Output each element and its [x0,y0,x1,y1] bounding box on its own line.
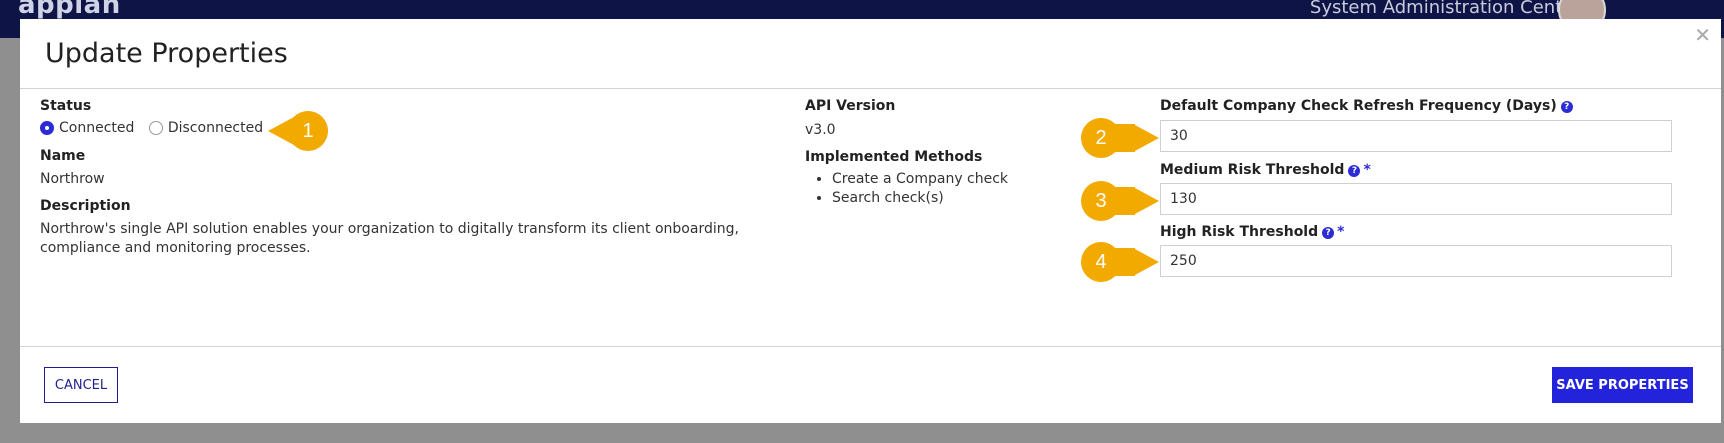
admin-center-label: System Administration Center [1309,0,1581,18]
save-properties-button[interactable]: SAVE PROPERTIES [1552,367,1693,403]
annotation-number: 4 [1095,251,1107,273]
list-item: Create a Company check [832,170,1008,189]
medium-risk-input[interactable] [1160,183,1672,215]
description-value: Northrow's single API solution enables y… [40,221,739,256]
high-risk-label-text: High Risk Threshold [1160,224,1319,240]
description-label: Description [40,198,131,214]
refresh-frequency-label: Default Company Check Refresh Frequency … [1160,98,1573,114]
radio-connected-label: Connected [59,120,135,136]
api-version-value: v3.0 [805,122,836,138]
name-label: Name [40,148,86,164]
annotation-marker: 1 [268,111,346,151]
close-icon[interactable]: ✕ [1694,23,1711,47]
medium-risk-label: Medium Risk Threshold? * [1160,162,1371,178]
refresh-frequency-label-text: Default Company Check Refresh Frequency … [1160,98,1557,114]
annotation-marker: 2 [1081,118,1159,158]
high-risk-label: High Risk Threshold? * [1160,224,1344,240]
annotation-marker: 4 [1081,242,1159,282]
update-properties-dialog: Update Properties ✕ Status Connected Dis… [20,19,1721,423]
help-icon[interactable]: ? [1560,101,1573,113]
radio-connected[interactable]: Connected [40,120,134,136]
list-item: Search check(s) [832,189,1008,208]
high-risk-input[interactable] [1160,245,1672,277]
status-label: Status [40,98,92,114]
help-icon[interactable]: ? [1322,227,1335,239]
help-icon[interactable]: ? [1348,165,1361,177]
implemented-methods-list: Create a Company check Search check(s) [805,170,1008,208]
annotation-number: 3 [1095,190,1107,212]
annotation-marker: 3 [1081,181,1159,221]
required-mark: * [1363,162,1371,178]
refresh-frequency-input[interactable] [1160,120,1672,152]
cancel-button[interactable]: CANCEL [44,367,118,403]
annotation-number: 1 [302,120,314,142]
radio-disconnected-label: Disconnected [167,120,264,136]
dialog-footer: CANCEL SAVE PROPERTIES [20,346,1721,424]
implemented-methods-label: Implemented Methods [805,149,983,165]
required-mark: * [1337,224,1345,240]
radio-selected-icon [40,121,54,135]
status-radio-group: Connected Disconnected [40,120,263,136]
admin-center-menu[interactable]: System Administration Center▼ [1310,0,1596,18]
radio-unselected-icon [148,121,163,135]
api-version-label: API Version [805,98,896,114]
appian-logo[interactable]: appian [18,0,121,20]
name-value: Northrow [40,171,105,187]
dialog-title: Update Properties [45,38,288,69]
radio-disconnected[interactable]: Disconnected [148,120,264,136]
annotation-number: 2 [1095,127,1107,149]
medium-risk-label-text: Medium Risk Threshold [1160,162,1345,178]
dialog-header: Update Properties ✕ [20,19,1721,89]
